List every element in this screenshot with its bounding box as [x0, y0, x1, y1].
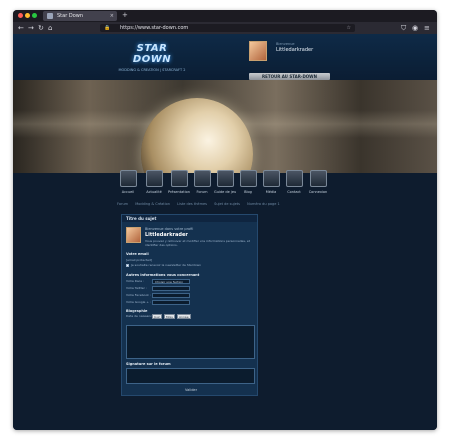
- race-label: Votre Race :: [126, 279, 145, 283]
- welcome-text: Bienvenue dans votre profil: [145, 227, 194, 231]
- menu-item-blog[interactable]: Blog: [237, 170, 259, 194]
- race-select[interactable]: Choisir une faction: [152, 279, 190, 284]
- google-label: Votre Google + :: [126, 300, 151, 304]
- media-icon: [262, 170, 280, 187]
- facebook-input[interactable]: [152, 293, 190, 298]
- email-value[interactable]: [email protected]: [126, 258, 152, 262]
- twitter-row: Votre Twitter :: [126, 286, 254, 291]
- breadcrumb-item[interactable]: Sujet de sujets: [214, 202, 240, 206]
- username: Littledarkrader: [145, 232, 188, 238]
- bio-heading: Biographie: [126, 309, 148, 313]
- avatar[interactable]: [249, 41, 267, 61]
- menu-label: Guide de jeu: [214, 190, 237, 194]
- menu-label: Média: [265, 190, 277, 194]
- url-text[interactable]: https://www.star-down.com: [120, 24, 188, 32]
- menu-icon[interactable]: ≡: [424, 23, 430, 33]
- web-page: STAR DOWN MODDING & CREATION | STARCRAFT…: [13, 34, 437, 430]
- reload-icon[interactable]: ↻: [38, 23, 44, 33]
- twitter-label: Votre Twitter :: [126, 286, 147, 290]
- birth-year-select[interactable]: Année: [177, 314, 191, 319]
- menu-item-accueil[interactable]: Accueil: [117, 170, 139, 194]
- profile-avatar[interactable]: [126, 227, 141, 243]
- nav-bar: ← → ↻ ⌂ 🔒 https://www.star-down.com ☆ ⛉ …: [13, 22, 437, 34]
- birth-row: Date de naissance : Jour Mois Année: [126, 314, 254, 319]
- menu-item-guide[interactable]: Guide de jeu: [214, 170, 236, 194]
- newsletter-row[interactable]: Je souhaite recevoir la newsletter de St…: [126, 263, 201, 267]
- presentation-icon: [170, 170, 188, 187]
- site-header: STAR DOWN MODDING & CREATION | STARCRAFT…: [13, 34, 437, 80]
- breadcrumb: Forum Modding & Création Liste des thème…: [117, 202, 286, 206]
- facebook-row: Votre Facebook :: [126, 293, 254, 298]
- panel-title: Titre du sujet: [122, 215, 257, 222]
- logo-subtitle: MODDING & CREATION | STARCRAFT 2: [118, 68, 186, 72]
- menu-item-media[interactable]: Média: [260, 170, 282, 194]
- minimize-window-icon[interactable]: [25, 13, 30, 18]
- maximize-window-icon[interactable]: [32, 13, 37, 18]
- browser-window: Star Down × + ← → ↻ ⌂ 🔒 https://www.star…: [13, 10, 437, 430]
- breadcrumb-item[interactable]: Forum: [117, 202, 128, 206]
- breadcrumb-item: Numéro du page 1: [247, 202, 280, 206]
- tab-bar: Star Down × +: [13, 10, 437, 22]
- save-button[interactable]: Valider: [185, 388, 197, 392]
- tab-star-down[interactable]: Star Down ×: [43, 11, 117, 21]
- contact-icon: [285, 170, 303, 187]
- menu-item-forum[interactable]: Forum: [191, 170, 213, 194]
- google-row: Votre Google + :: [126, 300, 254, 305]
- menu-item-contact[interactable]: Contact: [283, 170, 305, 194]
- home-menu-icon: [119, 170, 137, 187]
- new-tab-icon[interactable]: +: [122, 11, 128, 20]
- menu-label: Présentation: [168, 190, 190, 194]
- menu-item-presentation[interactable]: Présentation: [168, 170, 190, 194]
- go-button[interactable]: RETOUR AU STAR-DOWN: [249, 73, 330, 80]
- twitter-input[interactable]: [152, 286, 190, 291]
- close-window-icon[interactable]: [18, 13, 23, 18]
- biography-textarea[interactable]: [126, 325, 255, 359]
- tab-title: Star Down: [57, 13, 84, 19]
- signature-textarea[interactable]: [126, 368, 255, 384]
- profile-panel: Titre du sujet Bienvenue dans votre prof…: [121, 214, 258, 396]
- blog-icon: [239, 170, 257, 187]
- pseudo-label: Bienvenue: [276, 42, 295, 46]
- site-logo[interactable]: STAR DOWN MODDING & CREATION | STARCRAFT…: [116, 43, 188, 73]
- url-bar[interactable]: 🔒 https://www.star-down.com ☆: [100, 24, 355, 32]
- newsletter-checkbox[interactable]: [126, 263, 129, 267]
- tab-close-icon[interactable]: ×: [110, 12, 114, 20]
- pseudo[interactable]: Littledarkrader: [276, 47, 313, 53]
- login-icon: [309, 170, 327, 187]
- breadcrumb-item[interactable]: Modding & Création: [135, 202, 170, 206]
- home-icon[interactable]: ⌂: [48, 23, 52, 33]
- google-input[interactable]: [152, 300, 190, 305]
- account-icon[interactable]: ◉: [412, 23, 418, 33]
- profile-description: Vous pouvez y retrouver et modifier vos …: [145, 239, 250, 247]
- shield-icon[interactable]: ⛉: [401, 23, 406, 33]
- logo-text: STAR DOWN: [132, 43, 172, 65]
- breadcrumb-item[interactable]: Liste des thèmes: [177, 202, 207, 206]
- bookmark-star-icon[interactable]: ☆: [347, 24, 351, 32]
- back-icon[interactable]: ←: [18, 23, 24, 33]
- guide-icon: [216, 170, 234, 187]
- main-menu: Accueil Actualité Présentation Forum Gui…: [13, 170, 437, 196]
- menu-item-connexion[interactable]: Connexion: [307, 170, 329, 194]
- favicon-icon: [47, 13, 53, 19]
- email-heading: Votre email: [126, 252, 149, 256]
- forward-icon[interactable]: →: [28, 23, 34, 33]
- race-row: Votre Race : Choisir une faction: [126, 279, 254, 284]
- menu-label: Connexion: [308, 190, 328, 194]
- other-info-heading: Autres informations vous concernant: [126, 273, 200, 277]
- menu-label: Blog: [244, 190, 252, 194]
- banner-image: [13, 80, 437, 173]
- menu-label: Forum: [196, 190, 208, 194]
- newsletter-label: Je souhaite recevoir la newsletter de St…: [131, 263, 202, 267]
- menu-label: Actualité: [146, 190, 162, 194]
- menu-label: Contact: [287, 190, 301, 194]
- menu-label: Accueil: [121, 190, 135, 194]
- facebook-label: Votre Facebook :: [126, 293, 151, 297]
- forum-icon: [193, 170, 211, 187]
- menu-item-actualite[interactable]: Actualité: [143, 170, 165, 194]
- birth-month-select[interactable]: Mois: [164, 314, 175, 319]
- signature-heading: Signature sur le forum: [126, 362, 171, 366]
- news-icon: [145, 170, 163, 187]
- lock-icon: 🔒: [104, 25, 111, 31]
- birth-day-select[interactable]: Jour: [152, 314, 162, 319]
